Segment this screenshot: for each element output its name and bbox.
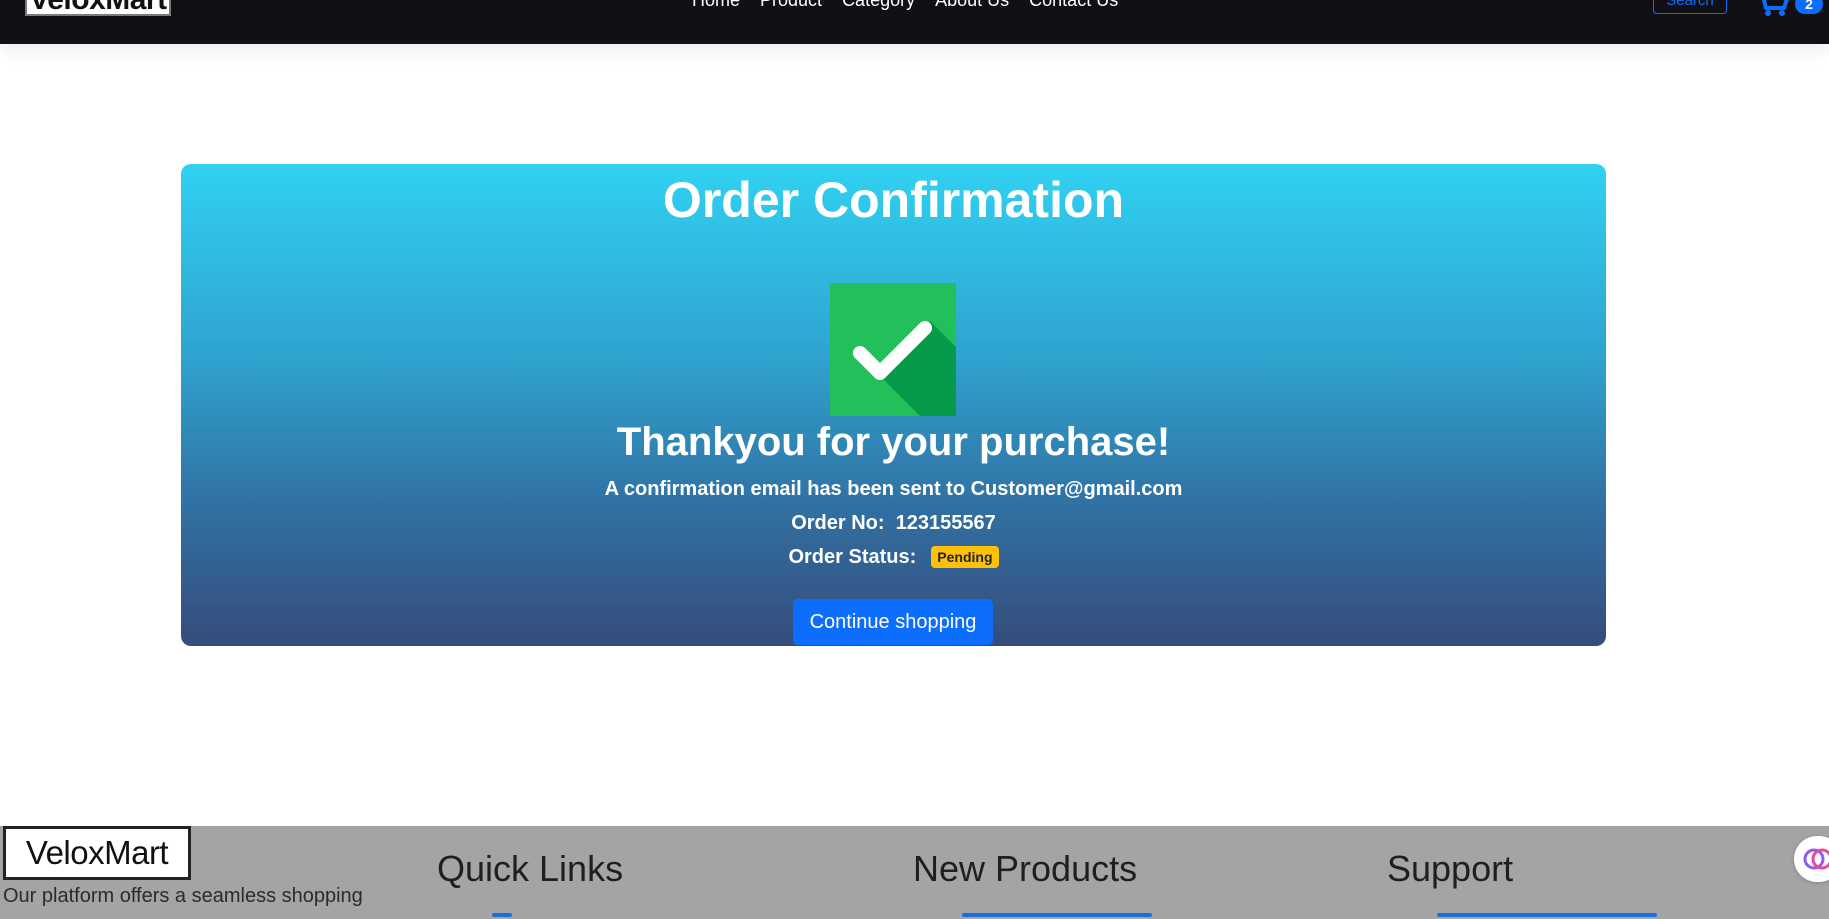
order-status-label: Order Status: [788,546,917,568]
order-number-line: Order No: 123155567 [181,510,1606,536]
footer-logo[interactable]: VeloxMart [3,826,191,880]
cart-icon[interactable] [1752,0,1792,16]
top-navbar: VeloxMart Home Product Category About Us… [0,0,1829,44]
ai-assistant-icon[interactable] [1794,836,1829,882]
footer-heading-quick-links: Quick Links [437,848,624,889]
nav-link-home[interactable]: Home [692,0,740,11]
nav-link-contact-us[interactable]: Contact Us [1029,0,1118,11]
brand-logo[interactable]: VeloxMart [25,0,171,16]
check-square-icon [830,283,956,416]
nav-links: Home Product Category About Us Contact U… [692,0,1138,11]
footer-heading-support: Support [1387,848,1514,889]
order-no-label: Order No: [791,512,885,534]
footer-link[interactable] [962,913,1152,917]
cart-count-badge: 2 [1795,0,1823,14]
status-badge: Pending [931,546,999,568]
confirmation-email-text: A confirmation email has been sent to Cu… [181,476,1606,502]
footer-link[interactable] [1437,913,1657,917]
footer: VeloxMart Our platform offers a seamless… [0,826,1829,919]
continue-shopping-button[interactable]: Continue shopping [793,599,993,645]
nav-link-category[interactable]: Category [842,0,915,11]
order-confirmation-card: Order Confirmation Thankyou for your pur… [181,164,1606,646]
search-button[interactable]: Search [1653,0,1727,14]
page-title: Order Confirmation [662,172,1125,228]
order-status-line: Order Status: Pending [181,544,1606,570]
nav-link-about-us[interactable]: About Us [935,0,1009,11]
footer-tagline: Our platform offers a seamless shopping [3,885,363,907]
footer-heading-new-products: New Products [913,848,1138,889]
nav-link-product[interactable]: Product [760,0,822,11]
customer-email: Customer@gmail.com [970,478,1183,500]
footer-link[interactable] [492,913,512,917]
thank-you-heading: Thankyou for your purchase! [616,420,1171,464]
order-no-value: 123155567 [895,512,996,534]
email-prefix: A confirmation email has been sent to [604,478,966,500]
